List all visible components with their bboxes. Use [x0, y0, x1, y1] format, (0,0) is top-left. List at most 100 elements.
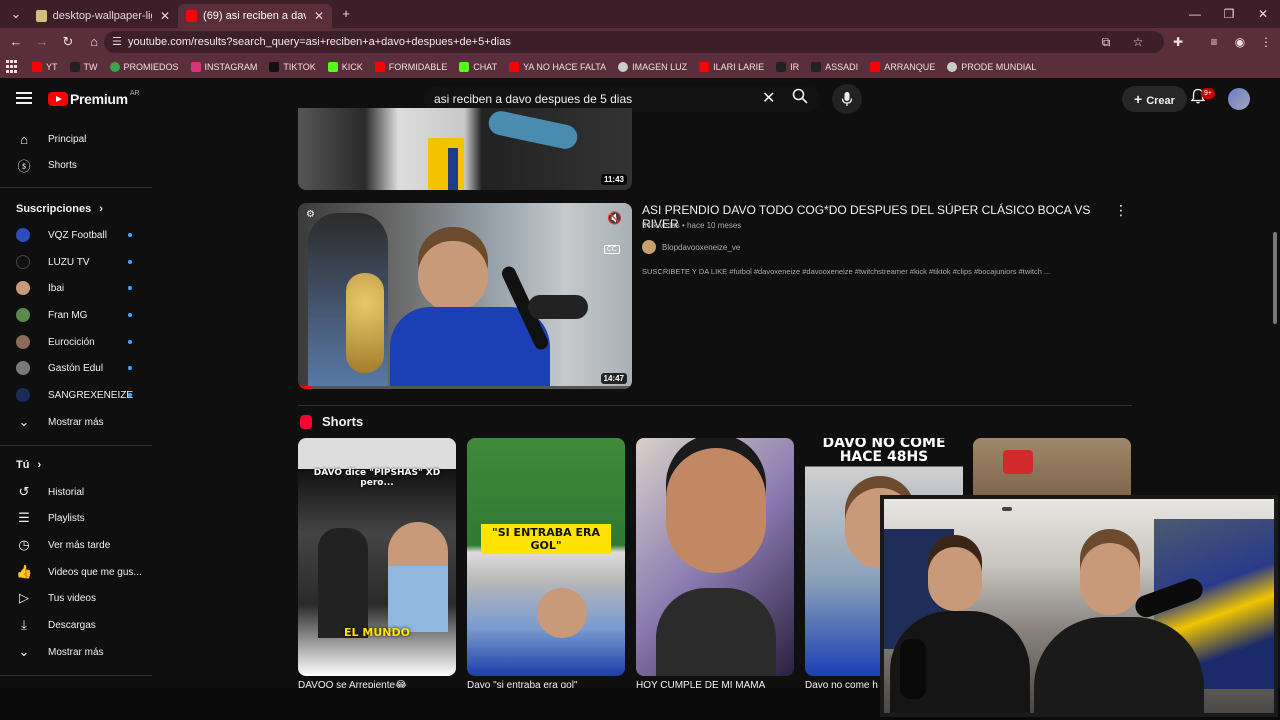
apps-grid-icon[interactable] [6, 60, 20, 74]
sidebar-sub-gaston-edul[interactable]: Gastón Edul [16, 355, 146, 381]
bookmark-kick[interactable]: KICK [327, 62, 363, 72]
microphone-icon[interactable] [832, 84, 862, 114]
short-card[interactable]: DAVO dice "PIPSHAS" XD pero... EL MUNDO [298, 438, 456, 676]
new-content-dot [128, 286, 132, 290]
browser-tab[interactable]: desktop-wallpaper-light-yellow ✕ [28, 4, 178, 28]
thumbnail-figure [928, 547, 982, 611]
sidebar-sub-eurocicion[interactable]: Eurocición [16, 329, 146, 355]
sidebar-subs-show-more[interactable]: ⌄ Mostrar más [16, 409, 146, 435]
sidebar-item-historial[interactable]: ↺ Historial [16, 479, 146, 505]
youtube-play-icon [48, 92, 68, 106]
reload-icon[interactable]: ↻ [56, 30, 80, 54]
home-icon[interactable]: ⌂ [82, 30, 106, 54]
new-tab-icon[interactable]: + [334, 2, 358, 26]
captions-icon[interactable]: CC [603, 245, 620, 254]
url-field[interactable]: ☰ youtube.com/results?search_query=asi+r… [104, 31, 1164, 53]
sidebar-item-shorts[interactable]: ⓢ Shorts [16, 152, 146, 178]
forward-icon[interactable]: → [30, 30, 54, 54]
bookmark-tiktok[interactable]: TIKTOK [269, 62, 316, 72]
browser-tab-active[interactable]: (69) asi reciben a davo despues ✕ [178, 4, 332, 28]
video-thumbnail-previous[interactable]: 11:43 [298, 108, 632, 190]
youtube-logo[interactable]: Premium AR [48, 90, 140, 107]
bookmark-instagram[interactable]: INSTAGRAM [190, 62, 257, 72]
bookmark-prode-mundial[interactable]: PRODE MUNDIAL [947, 62, 1036, 72]
bookmark-ya-no-hace-falta[interactable]: YA NO HACE FALTA [509, 62, 606, 72]
sidebar-item-descargas[interactable]: ⤓ Descargas [16, 612, 146, 638]
sidebar-item-ver-mas-tarde[interactable]: ◷ Ver más tarde [16, 532, 146, 558]
bookmark-ilari-larie[interactable]: ILARI LARIE [699, 62, 764, 72]
sidebar-item-principal[interactable]: ⌂ Principal [16, 126, 146, 152]
extensions-icon[interactable]: ✚ [1170, 30, 1186, 54]
settings-icon[interactable]: ⚙ [306, 209, 315, 220]
globe-icon [947, 62, 958, 72]
close-icon[interactable]: ✕ [314, 9, 324, 23]
sidebar-sub-vqz[interactable]: VQZ Football [16, 222, 146, 248]
sidebar-sub-luzu[interactable]: LUZU TV [16, 249, 146, 275]
star-icon[interactable]: ☆ [1130, 30, 1146, 54]
you-heading[interactable]: Tú › [16, 459, 41, 471]
search-icon[interactable] [792, 88, 808, 107]
microphone-shape [528, 295, 588, 319]
mute-icon[interactable]: 🔇 [607, 211, 622, 225]
short-caption: DAVO dice "PIPSHAS" XD pero... [313, 468, 441, 488]
bookmark-promiedos[interactable]: PROMIEDOS [109, 62, 179, 72]
install-icon[interactable]: ⧉ [1098, 30, 1114, 54]
sidebar-divider [0, 675, 152, 676]
tab-list-icon[interactable]: ⌄ [4, 2, 28, 26]
bookmark-chat[interactable]: CHAT [459, 62, 497, 72]
more-options-icon[interactable]: ⋮ [1114, 202, 1128, 219]
channel-link[interactable]: Blopdavooxeneize_ve [642, 240, 740, 254]
thumbnail-figure [1080, 543, 1140, 615]
sidebar-item-tus-videos[interactable]: ▷ Tus videos [16, 585, 146, 611]
subscriptions-heading[interactable]: Suscripciones › [16, 203, 103, 215]
thumbnail-figure [418, 241, 488, 311]
sidebar-you-show-more[interactable]: ⌄ Mostrar más [16, 639, 146, 665]
sidebar-sub-sangrexeneize[interactable]: SANGREXENEIZE [16, 382, 146, 408]
scrollbar[interactable] [1273, 232, 1277, 324]
minimize-icon[interactable]: — [1178, 0, 1212, 28]
video-description: SUSCRIBETE Y DA LIKE #futbol #davoxeneiz… [642, 267, 1051, 276]
shorts-icon [300, 414, 312, 429]
sidebar-item-liked[interactable]: 👍 Videos que me gus... [16, 559, 146, 585]
bookmark-yt[interactable]: YT [32, 62, 58, 72]
video-thumbnail[interactable]: 🔇 CC ⚙ 14:47 [298, 203, 632, 389]
short-card[interactable]: "SI ENTRABA ERA GOL" [467, 438, 625, 676]
toolbar-icons: ⧉ ☆ ✚ ≡ ◉ ⋮ [1098, 30, 1274, 54]
avatar[interactable] [1228, 88, 1250, 110]
browser-tabbar: ⌄ desktop-wallpaper-light-yellow ✕ (69) … [0, 0, 1280, 28]
bookmark-arranque[interactable]: ARRANQUE [870, 62, 935, 72]
create-button[interactable]: + Crear [1122, 86, 1187, 112]
thumbnail-figure [656, 588, 776, 676]
menu-dots-icon[interactable]: ⋮ [1258, 30, 1274, 54]
sidebar-divider [0, 445, 152, 446]
x-icon [811, 62, 822, 72]
bookmark-assadi[interactable]: ASSADI [811, 62, 858, 72]
site-info-icon[interactable]: ☰ [112, 35, 122, 48]
bookmark-tw[interactable]: TW [69, 62, 98, 72]
menu-icon[interactable] [16, 92, 32, 104]
channel-avatar [16, 308, 30, 322]
short-card[interactable] [636, 438, 794, 676]
mk-icon [776, 62, 787, 72]
media-icon[interactable]: ≡ [1206, 30, 1222, 54]
video-icon: ▷ [19, 590, 29, 605]
video-duration: 14:47 [600, 373, 627, 384]
history-icon: ↺ [18, 484, 30, 499]
progress-bar[interactable] [298, 386, 632, 389]
new-content-dot [128, 393, 132, 397]
home-icon: ⌂ [20, 131, 28, 147]
bookmark-formidable[interactable]: FORMIDABLE [374, 62, 447, 72]
back-icon[interactable]: ← [4, 30, 28, 54]
bookmark-imagen-luz[interactable]: IMAGEN LUZ [618, 62, 687, 72]
bookmarks-bar: YT TW PROMIEDOS INSTAGRAM TIKTOK KICK FO… [0, 56, 1280, 78]
sidebar-item-playlists[interactable]: ☰ Playlists [16, 505, 146, 531]
short-caption: DAVO NO COME HACE 48HS [822, 438, 946, 465]
close-icon[interactable]: ✕ [160, 9, 170, 23]
restore-icon[interactable]: ❐ [1212, 0, 1246, 28]
close-window-icon[interactable]: ✕ [1246, 0, 1280, 28]
sidebar-sub-franmg[interactable]: Fran MG [16, 302, 146, 328]
profile-icon[interactable]: ◉ [1232, 30, 1248, 54]
bookmark-ir[interactable]: IR [776, 62, 799, 72]
sidebar-sub-ibai[interactable]: Ibai [16, 275, 146, 301]
clear-icon[interactable]: ✕ [762, 88, 775, 108]
